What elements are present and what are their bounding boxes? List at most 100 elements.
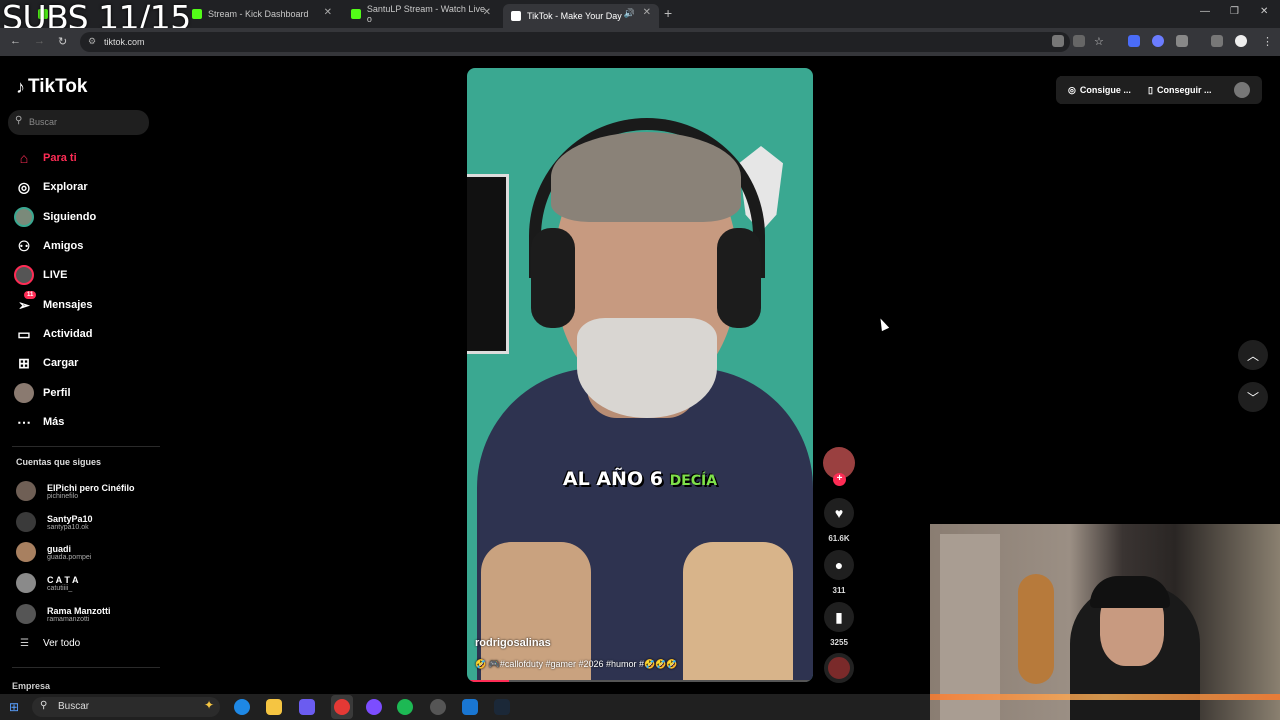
following-account[interactable]: Rama Manzotti ramamanzotti	[16, 601, 111, 627]
account-name: SantyPa10	[47, 513, 93, 524]
more-icon: ⋯	[17, 413, 31, 430]
profile-avatar	[14, 383, 34, 403]
video-author[interactable]: rodrigosalinas	[475, 637, 551, 649]
cast-icon[interactable]	[1073, 35, 1085, 47]
puzzle-icon[interactable]	[1176, 35, 1188, 47]
person-beard	[577, 318, 717, 418]
nav-amigos[interactable]: ⚇ Amigos	[14, 235, 84, 257]
spotify-icon[interactable]	[397, 699, 413, 715]
restore-icon[interactable]: ❐	[1230, 6, 1239, 17]
save-button[interactable]: ▮	[824, 602, 854, 632]
music-disc-icon[interactable]	[824, 653, 854, 683]
empresa-link[interactable]: Empresa	[12, 681, 50, 691]
heart-icon: ♥	[834, 505, 844, 521]
address-bar-row: ← → ↻ ⚙ tiktok.com ☆ ⋮	[0, 28, 1280, 56]
close-tab-icon[interactable]: ✕	[643, 7, 651, 18]
media-icon[interactable]	[1211, 35, 1223, 47]
close-tab-icon[interactable]: ✕	[324, 7, 332, 18]
new-tab-icon[interactable]: +	[664, 5, 672, 21]
search-placeholder: Buscar	[29, 117, 58, 127]
nav-explorar[interactable]: ◎ Explorar	[14, 176, 88, 198]
account-handle: pichinefilo	[47, 492, 79, 500]
follow-plus-icon[interactable]: +	[833, 473, 846, 486]
logo-text: TikTok	[28, 76, 88, 97]
account-handle: guada.pompei	[47, 553, 92, 561]
translate-icon[interactable]	[1052, 35, 1064, 47]
menu-dots-icon[interactable]: ⋮	[1262, 35, 1273, 48]
nav-live[interactable]: LIVE	[14, 264, 67, 286]
search-icon: ⚲	[15, 115, 23, 126]
tab-title: Stream - Kick Dashboard	[208, 9, 309, 19]
forward-icon[interactable]: →	[34, 35, 45, 47]
close-tab-icon[interactable]: ✕	[483, 7, 491, 18]
copilot-icon[interactable]	[299, 699, 315, 715]
account-name: ElPichi pero Cinéfilo	[47, 482, 135, 493]
edge-icon[interactable]	[234, 699, 250, 715]
get-app-button[interactable]: ▯ Conseguir ...	[1140, 76, 1220, 104]
user-avatar[interactable]	[1234, 82, 1250, 98]
chrome-icon[interactable]	[334, 699, 350, 715]
nav-label: Amigos	[43, 240, 84, 252]
bookmark-star-icon[interactable]: ☆	[1094, 35, 1104, 48]
nav-mensajes[interactable]: ➢ 11 Mensajes	[14, 291, 93, 316]
windows-start-icon[interactable]: ⊞	[9, 700, 19, 714]
windows-taskbar: ⊞ ⚲ Buscar ✦	[0, 694, 930, 720]
minimize-icon[interactable]: —	[1200, 6, 1210, 17]
tiktok-note-icon: ♪	[16, 76, 25, 97]
extension-icon[interactable]	[1152, 35, 1164, 47]
chevron-up-icon: ︿	[1246, 348, 1259, 363]
tab-tiktok[interactable]: TikTok - Make Your Day 🔊 ✕	[503, 4, 659, 28]
profile-icon[interactable]	[1235, 35, 1247, 47]
person-hair	[551, 132, 741, 222]
following-account[interactable]: guadi guada.pompei	[16, 539, 91, 565]
webcam-led-strip	[930, 694, 1280, 700]
close-window-icon[interactable]: ✕	[1260, 6, 1268, 17]
activity-icon: ▭	[17, 325, 31, 342]
taskbar-search[interactable]: ⚲ Buscar ✦	[32, 697, 220, 717]
get-coins-button[interactable]: ◎ Consigue ...	[1060, 76, 1139, 104]
tab-kick-dashboard[interactable]: Stream - Kick Dashboard ✕	[184, 4, 340, 24]
nav-perfil[interactable]: Perfil	[14, 382, 71, 404]
following-account[interactable]: SantyPa10 santypa10.ok	[16, 509, 93, 535]
avatar	[16, 542, 36, 562]
search-input[interactable]: ⚲ Buscar	[8, 110, 149, 135]
file-explorer-icon[interactable]	[266, 699, 282, 715]
like-button[interactable]: ♥	[824, 498, 854, 528]
comment-button[interactable]: ●	[824, 550, 854, 580]
video-player[interactable]: AL AÑO 6 DECÍA rodrigosalinas 🤣 🎮#callof…	[467, 68, 813, 682]
tab-santulp-stream[interactable]: SantuLP Stream - Watch Live o ✕	[343, 4, 499, 24]
obs-icon[interactable]	[430, 699, 446, 715]
like-count: 61.6K	[828, 534, 850, 543]
speaker-icon[interactable]: 🔊	[624, 8, 635, 19]
steam-icon[interactable]	[494, 699, 510, 715]
outlook-icon[interactable]	[462, 699, 478, 715]
reload-icon[interactable]: ↻	[58, 35, 67, 48]
following-title: Cuentas que sigues	[16, 457, 102, 467]
discord-icon[interactable]	[366, 699, 382, 715]
previous-video-button[interactable]: ︿	[1238, 340, 1268, 370]
following-account[interactable]: C A T Acatutiiii_	[16, 570, 79, 596]
nav-label: Actividad	[43, 328, 93, 340]
next-video-button[interactable]: ﹀	[1238, 382, 1268, 412]
url-field[interactable]: ⚙ tiktok.com	[80, 32, 1070, 52]
video-progress[interactable]	[467, 680, 813, 682]
nav-mas[interactable]: ⋯ Más	[14, 411, 64, 433]
extension-icon[interactable]	[1128, 35, 1140, 47]
site-info-icon[interactable]: ⚙	[88, 36, 96, 47]
tiktok-logo[interactable]: ♪ TikTok	[16, 76, 87, 98]
nav-para-ti[interactable]: ⌂ Para ti	[14, 147, 77, 169]
back-icon[interactable]: ←	[10, 35, 21, 47]
nav-siguiendo[interactable]: Siguiendo	[14, 206, 96, 228]
nav-actividad[interactable]: ▭ Actividad	[14, 323, 93, 345]
account-name: C A T A	[47, 574, 79, 585]
divider	[12, 446, 160, 447]
tab-title: SantuLP Stream - Watch Live o	[366, 4, 485, 24]
nav-cargar[interactable]: ⊞ Cargar	[14, 352, 78, 374]
nav-label: Mensajes	[43, 299, 93, 311]
see-all-button[interactable]: ☰ Ver todo	[20, 638, 80, 649]
video-description[interactable]: 🤣 🎮#callofduty #gamer #2026 #humor #🤣🤣🤣	[475, 659, 678, 670]
webcam-door	[940, 534, 1000, 720]
bookmark-icon: ▮	[835, 608, 843, 625]
following-account[interactable]: ElPichi pero Cinéfilo pichinefilo	[16, 478, 135, 504]
avatar	[16, 512, 36, 532]
